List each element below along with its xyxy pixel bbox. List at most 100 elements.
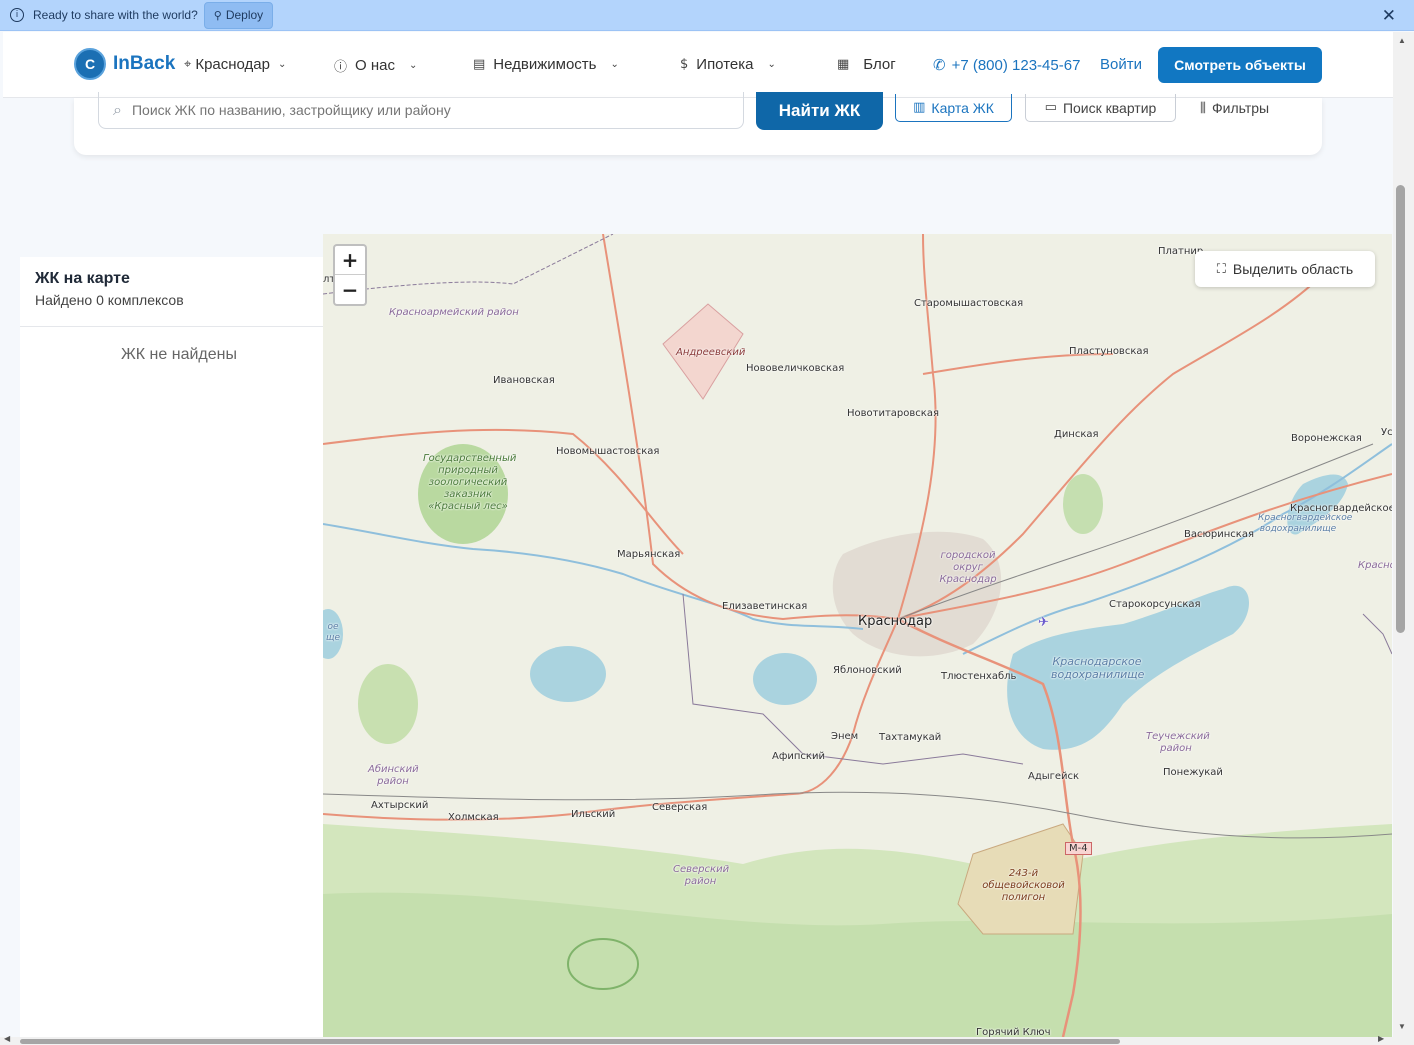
- vertical-scrollbar[interactable]: ▲ ▼: [1393, 32, 1414, 1045]
- filters-button[interactable]: ⫼ Фильтры: [1200, 94, 1269, 122]
- place-label: Марьянская: [617, 549, 681, 560]
- place-label: Нововеличковская: [746, 363, 845, 374]
- water-label: Красногвардейское водохранилище: [1258, 513, 1353, 534]
- place-label: Елизаветинская: [722, 601, 808, 612]
- scroll-down-icon[interactable]: ▼: [1398, 1022, 1406, 1031]
- area-label: Теучежский район: [1146, 731, 1210, 754]
- panel-title: ЖК на карте: [35, 270, 130, 287]
- select-area-label: Выделить область: [1232, 261, 1354, 277]
- water-label: Краснодарское водохранилище: [1051, 655, 1145, 682]
- phone-link[interactable]: ✆ +7 (800) 123-45-67: [933, 56, 1080, 74]
- city-label: Краснодар: [195, 56, 270, 73]
- scroll-right-icon[interactable]: ▶: [1378, 1034, 1384, 1043]
- zoom-in-button[interactable]: +: [335, 246, 365, 275]
- search-flats-button[interactable]: ▭ Поиск квартир: [1025, 94, 1176, 122]
- nav-realty[interactable]: ▤ Недвижимость ⌄: [473, 56, 619, 73]
- scroll-thumb[interactable]: [20, 1039, 1120, 1044]
- place-label: Новотитаровская: [847, 408, 939, 419]
- place-label: Тлюстенхабль: [941, 671, 1017, 682]
- reserve-label: Государственный природный зоологический …: [423, 453, 517, 512]
- place-label: Адыгейск: [1028, 771, 1080, 782]
- chevron-down-icon: ⌄: [610, 59, 619, 70]
- logo-text[interactable]: InBack: [113, 53, 175, 75]
- place-label: Афипский: [772, 751, 825, 762]
- place-label: Красногвардейское: [1290, 503, 1392, 514]
- map-complex-label: Карта ЖК: [931, 99, 994, 116]
- chevron-down-icon: ⌄: [408, 60, 418, 71]
- nav-mortgage-label: Ипотека: [696, 56, 754, 73]
- dollar-circle-icon: $: [680, 57, 689, 72]
- select-area-button[interactable]: ⛶ Выделить область: [1195, 251, 1375, 287]
- place-label: Пластуновская: [1069, 346, 1149, 357]
- polygon-label: 243-й общевойсковой полигон: [982, 868, 1065, 903]
- place-label: Энем: [831, 731, 859, 742]
- place-label: Красно: [1358, 560, 1392, 571]
- place-label: Северская: [652, 802, 708, 813]
- place-label: Яблоновский: [833, 665, 902, 676]
- search-flats-label: Поиск квартир: [1062, 99, 1157, 116]
- login-link[interactable]: Войти: [1100, 56, 1142, 73]
- view-objects-button[interactable]: Смотреть объекты: [1158, 47, 1322, 83]
- airport-icon: ✈: [1038, 615, 1049, 630]
- logo-mark[interactable]: C: [74, 48, 106, 80]
- deploy-label: Deploy: [225, 8, 264, 22]
- folder-icon: ▭: [1044, 100, 1057, 115]
- search-input[interactable]: [131, 102, 712, 118]
- place-label: Ахтырский: [371, 800, 429, 811]
- place-label: Горячий Ключ: [976, 1027, 1051, 1037]
- map-view[interactable]: Красноармейский район Андреевский Госуда…: [323, 234, 1392, 1037]
- scroll-left-icon[interactable]: ◀: [4, 1034, 10, 1043]
- rocket-icon: ⚲: [213, 9, 222, 22]
- area-label: Красноармейский район: [389, 307, 519, 318]
- map-icon: ▥: [913, 100, 926, 115]
- nav-blog-label: Блог: [863, 56, 896, 73]
- nav-blog[interactable]: ▦ Блог: [837, 56, 896, 73]
- building-icon: ▤: [473, 57, 486, 72]
- place-label: Ильский: [571, 809, 616, 820]
- map-complex-button[interactable]: ▥ Карта ЖК: [895, 94, 1012, 122]
- city-selector[interactable]: ⌖ Краснодар ⌄: [184, 56, 286, 73]
- complex-list-panel: ЖК на карте Найдено 0 комплексов ЖК не н…: [20, 257, 323, 1037]
- nav-about[interactable]: ⓘ О нас ⌄: [334, 56, 417, 75]
- empty-message: ЖК не найдены: [121, 346, 237, 363]
- chevron-down-icon: ⌄: [767, 59, 776, 70]
- search-field[interactable]: ⌕: [98, 92, 744, 129]
- info-icon: i: [10, 8, 24, 22]
- scroll-up-icon[interactable]: ▲: [1398, 36, 1406, 45]
- deploy-button[interactable]: ⚲ Deploy: [203, 1, 274, 29]
- place-label: Васюринская: [1184, 529, 1254, 540]
- banner-message: Ready to share with the world?: [33, 8, 198, 22]
- phone-icon: ✆: [933, 56, 946, 74]
- area-label: Северский район: [673, 864, 730, 887]
- area-label: Андреевский: [676, 347, 746, 358]
- filters-label: Фильтры: [1211, 100, 1270, 116]
- zoom-out-button[interactable]: −: [335, 275, 365, 304]
- place-label: Старокорсунская: [1109, 599, 1201, 610]
- place-label: Старомышастовская: [914, 298, 1024, 309]
- place-label: Новомышастовская: [556, 446, 660, 457]
- find-complex-button[interactable]: Найти ЖК: [756, 92, 883, 130]
- sliders-icon: ⫼: [1200, 100, 1206, 116]
- result-count: Найдено 0 комплексов: [35, 292, 184, 308]
- city-label: Краснодар: [858, 614, 933, 629]
- place-label: Тахтамукай: [879, 732, 942, 743]
- location-pin-icon: ⌖: [184, 57, 192, 72]
- chevron-down-icon: ⌄: [277, 59, 287, 70]
- site-header: C InBack ⌖ Краснодар ⌄ ⓘ О нас ⌄ ▤ Недви…: [3, 32, 1393, 98]
- divider: [20, 326, 323, 327]
- deploy-banner: i Ready to share with the world? ⚲ Deplo…: [0, 0, 1414, 31]
- nav-mortgage[interactable]: $ Ипотека ⌄: [680, 56, 776, 73]
- place-label: Воронежская: [1291, 433, 1362, 444]
- close-icon[interactable]: ✕: [1382, 6, 1396, 26]
- area-label: городской округ Краснодар: [939, 550, 997, 585]
- place-label: Динская: [1054, 429, 1099, 440]
- horizontal-scrollbar[interactable]: ◀ ▶: [0, 1034, 1393, 1045]
- info-circle-icon: ⓘ: [334, 60, 348, 75]
- scroll-thumb[interactable]: [1396, 185, 1405, 633]
- search-panel: ⌕ Найти ЖК ▥ Карта ЖК ▭ Поиск квартир ⫼ …: [74, 92, 1322, 155]
- water-label: ое ще: [325, 622, 340, 643]
- search-icon: ⌕: [113, 100, 122, 119]
- place-label: Холмская: [448, 812, 499, 823]
- phone-number: +7 (800) 123-45-67: [951, 56, 1081, 74]
- map-tiles: [323, 234, 1392, 1037]
